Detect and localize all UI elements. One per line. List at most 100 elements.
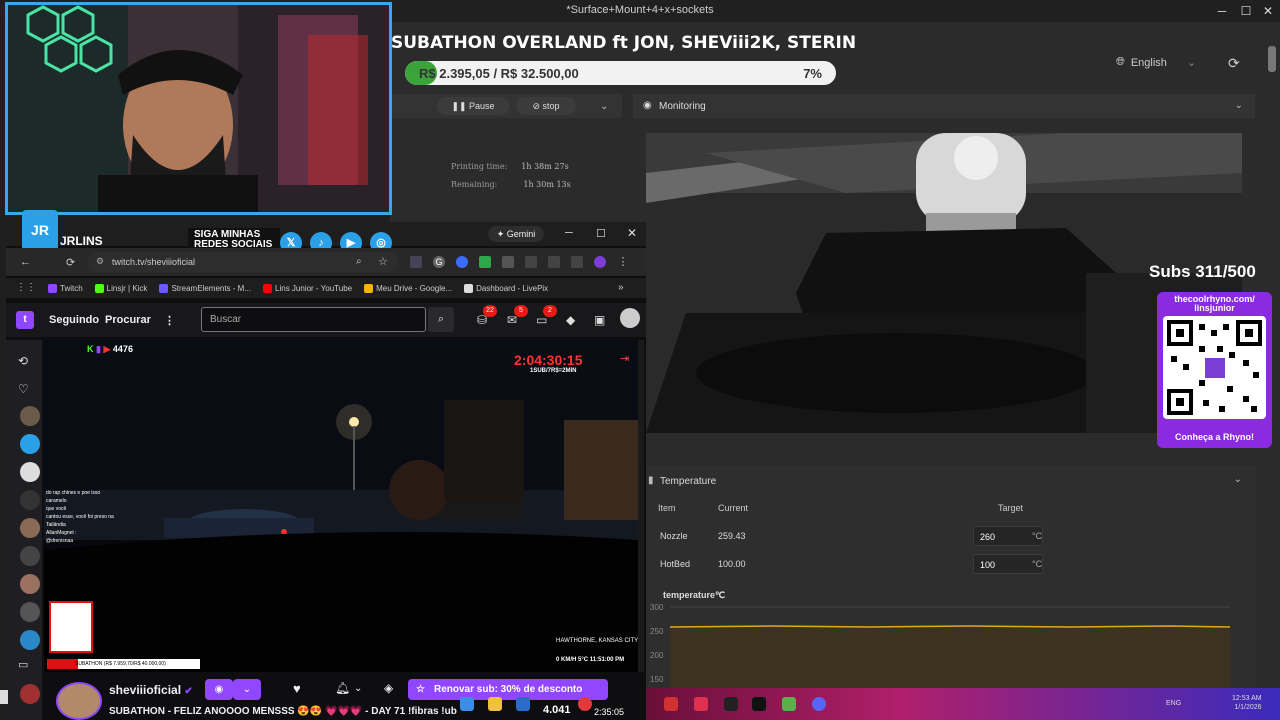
temperature-title: Temperature (660, 476, 717, 487)
minimize-button[interactable]: ─ (1210, 0, 1234, 22)
viewer-count-value: 4476 (112, 344, 133, 354)
gemini-button[interactable]: ✦ Gemini (488, 226, 544, 242)
record-icon[interactable] (664, 697, 678, 711)
chrome-icon[interactable] (578, 697, 592, 711)
bookmark-item[interactable]: Lins Junior - YouTube (263, 283, 352, 293)
verified-icon: ✔ (184, 686, 193, 697)
nav-browse[interactable]: Procurar (105, 314, 151, 326)
refresh-icon[interactable]: ⟳ (1228, 55, 1244, 71)
site-info-icon[interactable]: ⚙ (96, 256, 104, 267)
bits-icon[interactable]: ◆ (566, 313, 575, 327)
language-select[interactable]: 🌐︎ English ⌄ (1116, 56, 1196, 69)
star-icon[interactable]: ☆ (378, 255, 388, 268)
video-icon[interactable]: ▭ (18, 658, 28, 671)
more-icon[interactable]: ⋮ (164, 314, 175, 327)
sidebar-icon[interactable] (571, 256, 583, 268)
apps-icon[interactable]: ⋮⋮ (16, 282, 36, 293)
goal-progress-text: R$ 2.395,05 / R$ 32.500,00 (419, 66, 579, 81)
browser-close-button[interactable]: ✕ (627, 226, 637, 240)
temp-value: 5°C (578, 657, 589, 663)
search-icon[interactable]: ⌕ (428, 307, 454, 332)
channel-avatar[interactable] (20, 462, 40, 482)
menu-icon[interactable]: ⋮ (617, 256, 629, 268)
overlay-money: 4.041 (543, 704, 571, 716)
channel-avatar[interactable] (20, 630, 40, 650)
viewer-count: K ▮ ▶ 4476 (87, 344, 133, 355)
extension-icon[interactable] (456, 256, 468, 268)
bookmark-item[interactable]: Linsjr | Kick (94, 283, 147, 293)
back-icon[interactable]: ← (20, 256, 31, 268)
folder-icon[interactable] (488, 697, 502, 711)
chevron-down-icon[interactable]: ⌄ (600, 101, 608, 112)
extension-icon[interactable] (479, 256, 491, 268)
stop-button[interactable]: ⊘ stop (516, 97, 576, 115)
channel-name[interactable]: sheviiioficial ✔ (109, 683, 193, 697)
channel-avatar[interactable] (20, 434, 40, 454)
twitch-icon (48, 283, 57, 293)
monitoring-header[interactable]: ◉ Monitoring ⌄ (633, 94, 1255, 118)
prime-icon[interactable]: ▣ (594, 313, 605, 327)
zoom-icon[interactable]: ⌕ (356, 256, 362, 267)
pause-button[interactable]: ❚❚ Pause (437, 97, 509, 115)
channel-avatar[interactable] (56, 682, 102, 720)
twitch-logo-icon[interactable]: t (16, 311, 34, 329)
terminal-icon[interactable] (752, 697, 766, 711)
printing-time-value: 1h 38m 27s (521, 162, 569, 171)
youtube-icon: ▶ (103, 344, 111, 354)
browser-minimize-button[interactable]: ─ (565, 227, 573, 239)
gift-icon[interactable]: ◈ (384, 681, 393, 695)
heart-icon[interactable]: ♡ (18, 382, 29, 396)
bookmark-item[interactable]: Meu Drive - Google... (364, 283, 452, 293)
system-tray[interactable]: ENG (1166, 700, 1181, 707)
scrollbar-thumb[interactable] (1268, 46, 1276, 72)
notification-badge: 5 (514, 305, 528, 317)
camera-icon: ◉ (643, 100, 652, 111)
bookmark-item[interactable]: Dashboard - LivePix (464, 283, 548, 293)
chat-line: AllanMagnet : (46, 530, 77, 536)
chevron-down-icon[interactable]: ⌄ (354, 683, 362, 694)
user-avatar[interactable] (620, 308, 640, 328)
channel-avatar[interactable] (20, 518, 40, 538)
discord-icon[interactable] (812, 697, 826, 711)
app-icon[interactable] (694, 697, 708, 711)
app-icon[interactable] (724, 697, 738, 711)
heart-icon[interactable]: ♥ (293, 681, 301, 696)
exit-icon[interactable]: ⇥ (620, 352, 629, 365)
twitch-search-input[interactable]: Buscar (201, 307, 426, 332)
app-icon[interactable] (782, 697, 796, 711)
notifications-icon[interactable]: ◉ (205, 679, 233, 700)
notification-badge: 22 (483, 305, 497, 317)
start-icon[interactable] (460, 697, 474, 711)
scrollbar[interactable] (638, 340, 644, 672)
extension-icon[interactable] (525, 256, 537, 268)
renew-sub-button[interactable]: ☆ Renovar sub: 30% de desconto (408, 679, 608, 700)
taskbar-clock[interactable]: 12:53 AM 1/1/2026 (1232, 694, 1262, 712)
bell-icon[interactable]: 🔔︎ (335, 681, 350, 695)
google-icon[interactable]: G (433, 256, 445, 268)
collapse-icon[interactable]: ⟲ (18, 354, 28, 368)
reload-icon[interactable]: ⟳ (66, 256, 75, 269)
chevron-down-icon: ⌄ (1233, 474, 1242, 485)
temperature-header[interactable]: ▮ Temperature ⌄ (646, 470, 1256, 492)
bookmark-item[interactable]: StreamElements - M... (159, 283, 251, 293)
channel-avatar[interactable] (20, 574, 40, 594)
extension-icon[interactable] (548, 256, 560, 268)
channel-avatar[interactable] (20, 490, 40, 510)
channel-avatar[interactable] (20, 602, 40, 622)
chevron-down-icon[interactable]: ⌄ (233, 679, 261, 700)
maximize-button[interactable]: ☐ (1234, 0, 1258, 22)
puzzle-icon[interactable] (502, 256, 514, 268)
channel-avatar[interactable] (20, 546, 40, 566)
channel-avatar[interactable] (20, 406, 40, 426)
browser-maximize-button[interactable]: ☐ (596, 227, 606, 240)
nozzle-current: 259.43 (718, 531, 746, 541)
stream-speed: 0 KM/H 5°C 11:51:00 PM (556, 657, 624, 663)
more-bookmarks-icon[interactable]: » (618, 282, 624, 293)
channel-avatar[interactable] (20, 684, 40, 704)
close-button[interactable]: ✕ (1256, 0, 1280, 22)
nav-following[interactable]: Seguindo (49, 314, 99, 326)
bookmark-item[interactable]: Twitch (48, 283, 83, 293)
app-icon[interactable] (516, 697, 530, 711)
profile-icon[interactable] (594, 256, 606, 268)
extension-icon[interactable] (410, 256, 422, 268)
